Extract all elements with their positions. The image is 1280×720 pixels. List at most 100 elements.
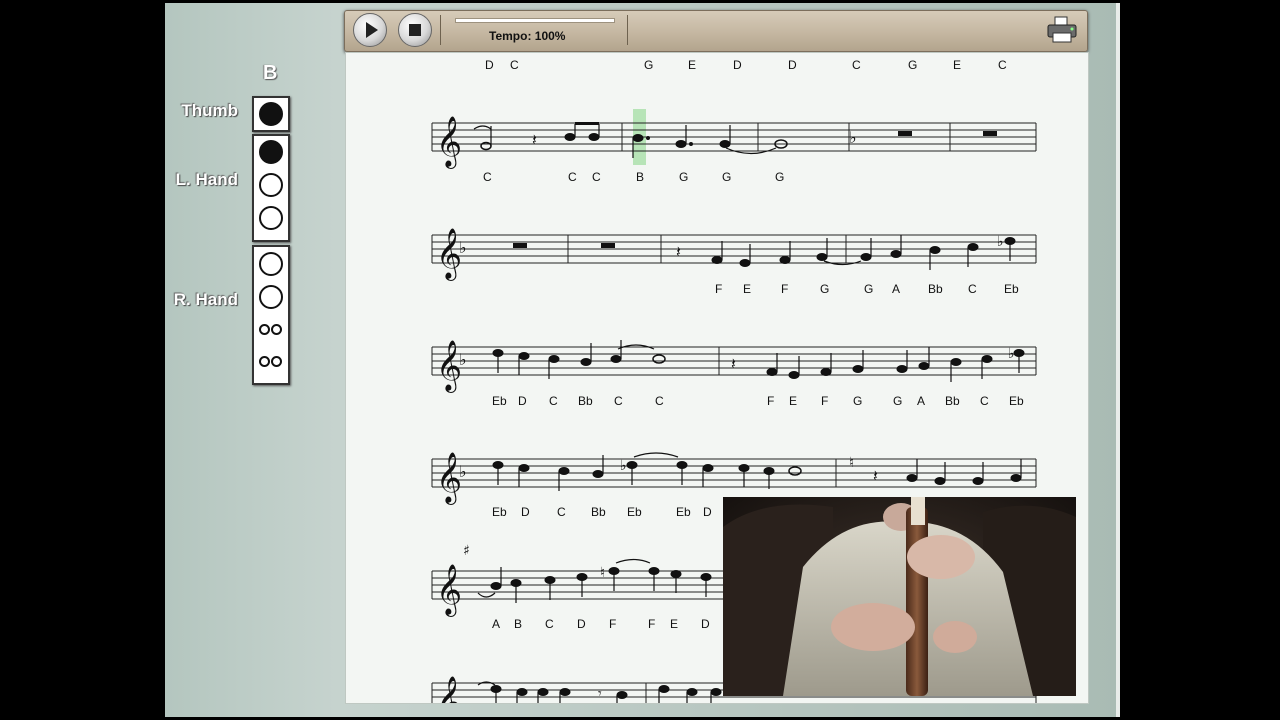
flat-sign: ♭ bbox=[997, 234, 1004, 250]
flat-sign: ♭ bbox=[459, 238, 467, 257]
right-hole-3b-open bbox=[271, 324, 282, 335]
toolbar-separator bbox=[627, 15, 628, 45]
note-label: A bbox=[892, 282, 900, 296]
note-head bbox=[558, 467, 570, 475]
note-label: C bbox=[980, 394, 989, 408]
playback-toolbar: Tempo: 100% bbox=[344, 10, 1088, 52]
rest: 𝄾 bbox=[598, 686, 602, 702]
beam bbox=[575, 122, 599, 125]
note-label: C bbox=[592, 170, 601, 184]
note-head bbox=[658, 685, 670, 693]
print-button[interactable] bbox=[1045, 15, 1079, 45]
note-label: Eb bbox=[627, 505, 642, 519]
note-label: C bbox=[614, 394, 623, 408]
video-overlay bbox=[723, 497, 1076, 696]
staff: 𝄞 bbox=[431, 228, 1037, 281]
note-label: C bbox=[968, 282, 977, 296]
whole-rest bbox=[898, 131, 912, 136]
recorder-mouthpiece bbox=[911, 497, 925, 525]
note-head bbox=[537, 688, 549, 696]
left-hand bbox=[907, 535, 975, 579]
note-label: C bbox=[483, 170, 492, 184]
note-label: G bbox=[853, 394, 862, 408]
note-label: A bbox=[492, 617, 500, 631]
note-head bbox=[559, 688, 571, 696]
note-label: G bbox=[893, 394, 902, 408]
note-label: Bb bbox=[945, 394, 960, 408]
note-head bbox=[548, 355, 560, 363]
note-label: D bbox=[788, 58, 797, 72]
note-head bbox=[1010, 474, 1022, 482]
note-label: F bbox=[781, 282, 788, 296]
note-label: G bbox=[775, 170, 784, 184]
note-head bbox=[616, 691, 628, 699]
rest: 𝄽 bbox=[731, 354, 736, 373]
note-label: Eb bbox=[492, 394, 507, 408]
note-label: D bbox=[701, 617, 710, 631]
note-label: C bbox=[549, 394, 558, 408]
row-3-note-labels: Eb D C Bb C C F E F G G A Bb C Eb bbox=[492, 394, 1024, 408]
right-hole-4b-open bbox=[271, 356, 282, 367]
note-label: D bbox=[703, 505, 712, 519]
stop-button[interactable] bbox=[398, 13, 432, 47]
note-label: B bbox=[514, 617, 522, 631]
note-head bbox=[702, 464, 714, 472]
note-head bbox=[852, 365, 864, 373]
right-hand-thumb bbox=[933, 621, 977, 653]
note-head bbox=[820, 368, 832, 376]
current-note-name: B bbox=[263, 62, 278, 84]
whole-rest bbox=[983, 131, 997, 136]
natural-sign: ♮ bbox=[600, 565, 605, 581]
rest: 𝄽 bbox=[676, 242, 681, 261]
note-label: C bbox=[545, 617, 554, 631]
note-label: Eb bbox=[492, 505, 507, 519]
note-head bbox=[711, 256, 723, 264]
note-head bbox=[766, 368, 778, 376]
tempo-slider[interactable] bbox=[455, 18, 615, 23]
note-head bbox=[890, 250, 902, 258]
rest: 𝄽 bbox=[873, 466, 878, 485]
note-label: C bbox=[557, 505, 566, 519]
flat-sign: ♭ bbox=[1008, 346, 1015, 362]
right-hand bbox=[831, 603, 915, 651]
row-5-note-labels: A B C D F F E D bbox=[492, 617, 710, 631]
note-label: C bbox=[510, 58, 519, 72]
note-head bbox=[918, 362, 930, 370]
left-hole-2-open bbox=[259, 173, 283, 197]
thumb-hole-closed bbox=[259, 102, 283, 126]
window-edge bbox=[1116, 3, 1120, 717]
dot bbox=[646, 136, 650, 140]
note-head bbox=[929, 246, 941, 254]
row-6-notes: 𝄾 bbox=[477, 681, 722, 703]
right-hand-label: R. Hand bbox=[173, 290, 238, 309]
right-hole-1-open bbox=[259, 252, 283, 276]
note-label: Bb bbox=[928, 282, 943, 296]
note-label: B bbox=[636, 170, 644, 184]
row-1-note-labels: C C C B G G G bbox=[483, 170, 784, 184]
right-hole-2-open bbox=[259, 285, 283, 309]
note-head bbox=[972, 477, 984, 485]
recorder bbox=[906, 507, 928, 696]
note-head bbox=[675, 140, 687, 148]
left-hand-label: L. Hand bbox=[175, 170, 238, 189]
note-label: Eb bbox=[1009, 394, 1024, 408]
dot bbox=[689, 142, 693, 146]
note-label: C bbox=[998, 58, 1007, 72]
note-head bbox=[518, 464, 530, 472]
flat-sign: ♭ bbox=[459, 350, 467, 369]
note-head bbox=[860, 253, 872, 261]
note-head bbox=[788, 466, 802, 476]
note-head bbox=[686, 688, 698, 696]
note-label: A bbox=[917, 394, 925, 408]
note-head bbox=[934, 477, 946, 485]
header-note-labels: D C G E D D C G E C bbox=[485, 58, 1007, 72]
row-2-note-labels: F E F G G A Bb C Eb bbox=[715, 282, 1019, 296]
staff: 𝄞 bbox=[431, 116, 1037, 169]
note-label: E bbox=[953, 58, 961, 72]
note-head bbox=[588, 133, 600, 141]
left-hand-hole-box bbox=[252, 134, 290, 242]
natural-sign: ♮ bbox=[849, 455, 854, 471]
play-button[interactable] bbox=[353, 13, 387, 47]
note-head bbox=[779, 256, 791, 264]
video-frame bbox=[723, 497, 1076, 696]
